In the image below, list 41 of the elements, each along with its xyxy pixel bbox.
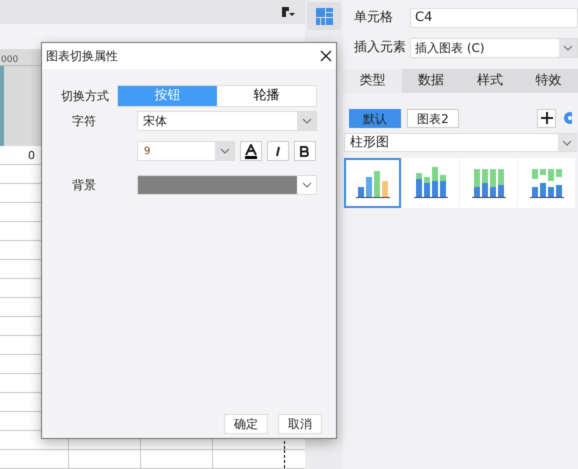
font-dropdown[interactable]: 宋体: [137, 111, 317, 131]
format-painter-icon[interactable]: [281, 6, 295, 18]
dialog-title: 图表切换属性: [46, 48, 118, 65]
chevron-down-icon: [302, 118, 312, 124]
gear-icon[interactable]: [562, 110, 572, 126]
ruler-label: 000: [0, 54, 18, 65]
chevron-down-icon: [563, 45, 573, 51]
italic-icon: [274, 146, 282, 156]
switch-label: 切换方式: [61, 88, 110, 105]
plus-icon: [540, 112, 552, 124]
background-color-picker[interactable]: [137, 175, 317, 195]
cell-label: 单元格: [354, 9, 394, 28]
layout-tab[interactable]: [307, 2, 341, 30]
bar-chart-icon: [528, 167, 566, 199]
bold-icon: [300, 146, 310, 156]
bar-chart-icon: [470, 167, 508, 199]
close-icon[interactable]: [320, 50, 332, 62]
chevron-down-icon: [220, 148, 230, 154]
font-label: 字符: [72, 113, 97, 130]
background-label: 背景: [72, 177, 97, 194]
font-color-icon: [244, 144, 258, 158]
insert-dropdown[interactable]: 插入图表 (C): [410, 38, 578, 58]
chevron-down-icon: [302, 182, 312, 188]
chart-tab[interactable]: 图表2: [407, 108, 459, 128]
chart-type-dropdown[interactable]: 柱形图: [344, 133, 577, 152]
add-button[interactable]: [537, 108, 556, 128]
grid-layout-icon: [316, 8, 332, 24]
cell-field[interactable]: C4: [410, 8, 578, 28]
cell-value: 0: [28, 148, 35, 164]
bold-button[interactable]: [294, 141, 316, 161]
chart-type-thumbnail[interactable]: [344, 158, 401, 208]
chevron-down-icon: [562, 140, 572, 146]
chart-tab[interactable]: 默认: [349, 108, 401, 128]
font-color-button[interactable]: [240, 141, 262, 161]
insert-label: 插入元素: [354, 39, 407, 58]
italic-button[interactable]: [267, 141, 289, 161]
size-dropdown[interactable]: 9: [137, 141, 235, 161]
dialog-button[interactable]: 取消: [278, 414, 322, 434]
dialog-button[interactable]: 确定: [224, 414, 268, 434]
panel-tab[interactable]: 类型: [343, 69, 402, 93]
bar-chart-icon: [412, 167, 450, 199]
